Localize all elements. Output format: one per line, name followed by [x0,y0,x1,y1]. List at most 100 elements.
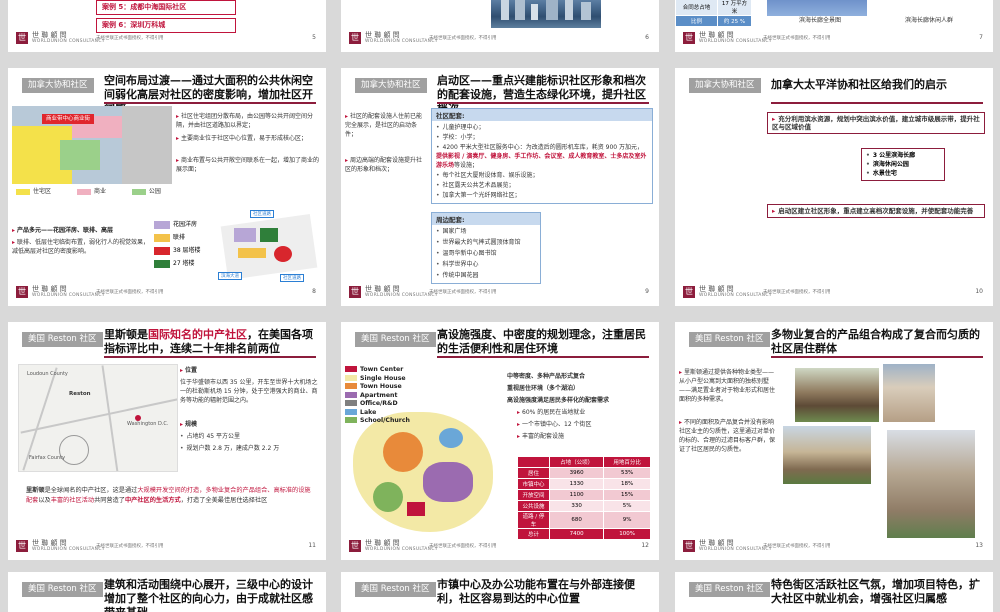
legend-swatch [345,417,357,423]
legend-label: Town Center [360,366,404,373]
map-legend: 住宅区 商业 公园 [16,186,161,195]
legend-label: Town House [360,383,402,390]
list-item: 学校：小学； [436,133,479,142]
insight-list: 3 公里滨海长廊 滨海休闲公园 水景住宅 [861,148,945,181]
legend-swatch [154,246,170,255]
slide-12[interactable]: 美国 Reston 社区 高设施强度、中密度的规划理念，注重居民的生活便利性和居… [341,322,659,560]
title-rule [771,356,983,358]
legend-label: 公园 [148,188,161,195]
body-text: 里斯顿通过提供各种物业类型——从小户型公寓到大面积的独栋别墅——满足置业者对于物… [679,368,775,404]
product-legend: 花园洋房 联排 38 层塔楼 27 塔楼 [154,218,201,270]
table-cell: 3960 [548,467,605,479]
slide-5[interactable]: 案例 5：成都中海国际社区 案例 6：深圳万科城 世 世 聯 顧 問 WORLD… [8,0,326,52]
caption-2: 滨海长廊休闲人群 [905,17,954,24]
table-row: 开放空间 1100 15% [517,489,651,501]
list-item-text: 4200 平米大型社区服务中心：为改造后的圆形机车库，耗资 900 万加元， [442,144,643,151]
waterfront-photo [767,0,867,16]
page-number: 10 [975,288,983,295]
slide-13[interactable]: 美国 Reston 社区 多物业复合的产品组合构成了复合而匀质的社区居住群体 里… [675,322,993,560]
footer: 世 世 聯 顧 問 WORLDUNION CONSULTANCY 未经世联正式书… [16,285,318,300]
summary-part: 以及 [38,497,51,504]
heading: 中等密度、多种产品形式复合 [507,373,586,380]
road-label: 社区道路 [250,210,274,218]
land-use-table: 占地（公顷） 用地百分比 居住 3960 53% 市镇中心 1330 18% 开… [517,456,651,540]
location-text: 位于华盛顿市以西 35 公里，开车至世界十大机场之一的杜勒斯机场 15 分钟，处… [180,378,320,405]
insight-callout: 充分利用滨水资源，规划中突出滨水价值，建立城市级展示带，提升社区与区域价值 [767,112,985,134]
table-cell: 100% [603,528,651,540]
apartment-photo [883,364,935,422]
page-number: 11 [308,542,316,549]
table-cell: 市镇中心 [517,478,550,490]
table-cell: 53% [603,467,651,479]
legend-swatch [154,259,170,268]
table-cell: 道路 / 停车 [517,511,550,529]
slide-10[interactable]: 加拿大协和社区 加拿大太平洋协和社区给我们的启示 充分利用滨水资源，规划中突出滨… [675,68,993,306]
slide-16[interactable]: 美国 Reston 社区 特色街区活跃社区气氛，增加项目特色，扩大社区中就业机会… [675,572,993,612]
footer: 世 世 聯 顧 問 WORLDUNION CONSULTANCY 未经世联正式书… [16,539,318,554]
legend-swatch [76,188,91,195]
slide-11[interactable]: 美国 Reston 社区 里斯顿是国际知名的中产社区，在美国各项指标评比中，连续… [8,322,326,560]
table-cell: 居住 [517,467,550,479]
legend-swatch [345,400,357,406]
left-note: 社区的配套设施人住前已能完全展示，是社区的启动条件； [345,112,425,139]
section-tag: 美国 Reston 社区 [22,332,103,347]
title-rule [771,102,983,104]
legend-swatch [16,188,30,195]
logo-sub: WORLDUNION CONSULTANCY [32,547,105,552]
legend-swatch [345,391,357,398]
cell: 比例 [675,15,718,27]
list-item: 传统中国花园 [436,271,479,280]
footer: 世 世 聯 顧 問 WORLDUNION CONSULTANCY 未经世联正式书… [349,31,651,46]
logo-name: 世 聯 顧 問 [365,31,400,39]
slide-15[interactable]: 美国 Reston 社区 市镇中心及办公功能布置在与外部连接便利，社区容易到达的… [341,572,659,612]
summary-part: 里斯顿 [26,487,45,494]
case6-box: 案例 6：深圳万科城 [96,18,236,33]
footer: 世 世 聯 顧 問 WORLDUNION CONSULTANCY 未经世联正式书… [683,539,985,554]
logo-mark: 世 [683,540,695,552]
footer: 世 世 聯 顧 問 WORLDUNION CONSULTANCY 未经世联正式书… [683,285,985,300]
page-number: 12 [641,542,649,549]
legend-swatch [131,188,146,195]
list-item: 加拿大第一个光纤网络社区； [436,191,521,200]
slide-title: 加拿大太平洋协和社区给我们的启示 [771,78,947,91]
legend-label: School/Church [360,417,410,424]
legend-label: 27 塔楼 [173,260,195,267]
list-item: 世界最大的气摔式圆顶体育馆 [436,238,521,247]
slide-8[interactable]: 加拿大协和社区 空间布局过渡——通过大面积的公共休闲空间弱化高层对社区的密度影响… [8,68,326,306]
list-item: 60% 的居民在当地就业 [517,408,585,417]
slide-title: 多物业复合的产品组合构成了复合而匀质的社区居住群体 [771,328,980,355]
table-header: 用地百分比 [603,456,651,468]
logo-sub: WORLDUNION CONSULTANCY [365,293,438,298]
logo-sub: WORLDUNION CONSULTANCY [365,547,438,552]
body-text: 不同的面积及产品复合并没有影响社区业主的匀质性，这里通过对单价的标的、合理的过滤… [679,418,775,454]
title-rule [104,356,316,358]
table-cell: 公共设施 [517,500,550,512]
cell: 17 万平方米 [717,0,752,16]
logo-mark: 世 [16,286,28,298]
section-tag: 美国 Reston 社区 [689,582,770,597]
list-item: 丰富的配套设施 [517,432,564,441]
footer-note: 未经世联正式书面授权，不得引用 [96,544,164,549]
logo-name: 世 聯 顧 問 [32,539,67,547]
product-text: 联排、低层住宅临街布置，弱化行人的视觉效果，减低高层对社区的密度影响。 [12,238,152,256]
table-cell: 680 [548,511,605,529]
summary-part: 共同营造了 [94,497,125,504]
page-number: 7 [979,34,983,41]
insight-callout: 启动区建立社区形象，重点建立高档次配套设施，并使配套功能完善 [767,204,985,218]
list-item: 4200 平米大型社区服务中心：为改造后的圆形机车库，耗资 900 万加元，提供… [436,143,648,170]
slide-grid: 案例 5：成都中海国际社区 案例 6：深圳万科城 世 世 聯 顧 問 WORLD… [0,0,1000,612]
scale-title: 规模 [180,420,197,429]
section-tag: 美国 Reston 社区 [355,332,436,347]
logo-name: 世 聯 顧 問 [699,539,734,547]
slide-6[interactable]: 世 世 聯 顧 問 WORLDUNION CONSULTANCY 未经世联正式书… [341,0,659,52]
slide-14[interactable]: 美国 Reston 社区 建筑和活动围绕中心展开，三级中心的设计增加了整个社区的… [8,572,326,612]
village-photo [783,426,871,484]
logo-sub: WORLDUNION CONSULTANCY [699,39,772,44]
table-cell: 9% [603,511,651,529]
slide-7[interactable]: 合同总占地 17 万平方米 比例约 25 % 滨海长廊全景图 滨海长廊休闲人群 世… [675,0,993,52]
slide-9[interactable]: 加拿大协和社区 启动区——重点兴建能标识社区形象和档次的配套设施，营造生态绿化环… [341,68,659,306]
section-heading: 社区配套: [432,109,652,121]
footer-note: 未经世联正式书面授权，不得引用 [96,290,164,295]
slide-title: 里斯顿是国际知名的中产社区，在美国各项指标评比中，连续二十年排名前两位 [104,328,314,356]
logo-name: 世 聯 顧 問 [32,285,67,293]
